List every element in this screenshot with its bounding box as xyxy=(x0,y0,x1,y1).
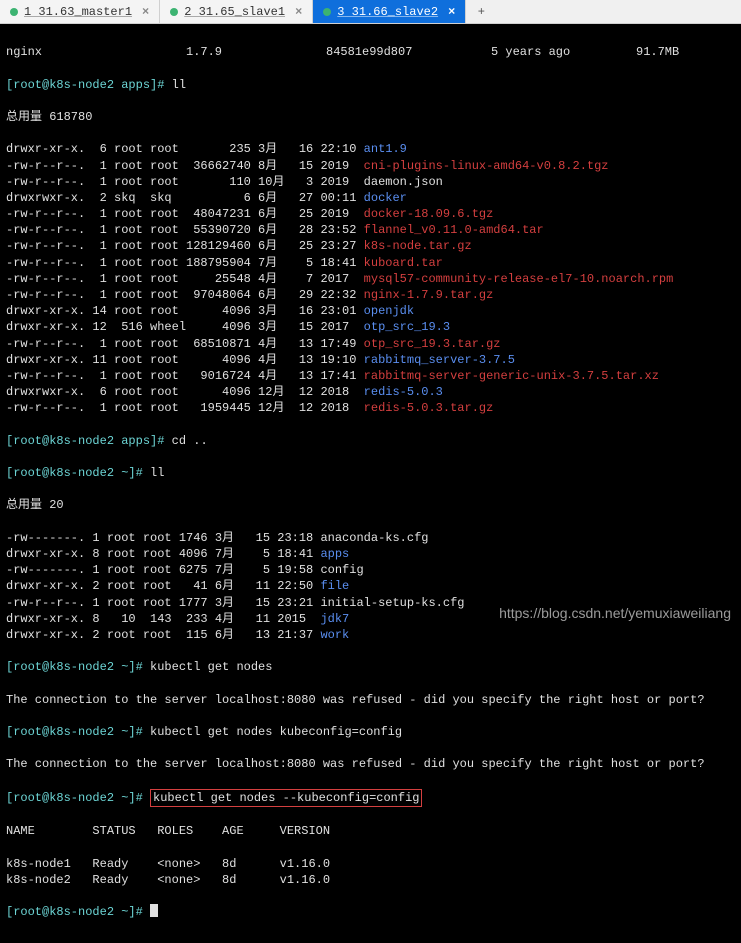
file-row: -rw-------. 1 root root 6275 7月 5 19:58 … xyxy=(6,562,735,578)
prompt-line: [root@k8s-node2 ~]# kubectl get nodes xyxy=(6,659,735,675)
file-row: drwxr-xr-x. 14 root root 4096 3月 16 23:0… xyxy=(6,303,735,319)
prompt-line: [root@k8s-node2 apps]# ll xyxy=(6,77,735,93)
node-row: k8s-node2 Ready <none> 8d v1.16.0 xyxy=(6,872,735,888)
prompt-line: [root@k8s-node2 ~]# kubectl get nodes ku… xyxy=(6,724,735,740)
terminal[interactable]: nginx1.7.984581e99d8075 years ago91.7MB … xyxy=(0,24,741,943)
total-line: 总用量 618780 xyxy=(6,109,735,125)
close-icon[interactable]: × xyxy=(295,5,302,19)
watermark: https://blog.csdn.net/yemuxiaweiliang xyxy=(499,605,731,621)
tab-slave1[interactable]: 2 31.65_slave1 × xyxy=(160,0,313,23)
close-icon[interactable]: × xyxy=(448,5,455,19)
new-tab-button[interactable]: + xyxy=(466,0,496,23)
image-age: 5 years ago xyxy=(491,44,636,60)
tab-master1[interactable]: 1 31.63_master1 × xyxy=(0,0,160,23)
file-row: drwxr-xr-x. 8 root root 4096 7月 5 18:41 … xyxy=(6,546,735,562)
file-row: drwxr-xr-x. 11 root root 4096 4月 13 19:1… xyxy=(6,352,735,368)
file-row: -rw-r--r--. 1 root root 1959445 12月 12 2… xyxy=(6,400,735,416)
file-row: drwxrwxr-x. 6 root root 4096 12月 12 2018… xyxy=(6,384,735,400)
node-row: k8s-node1 Ready <none> 8d v1.16.0 xyxy=(6,856,735,872)
file-row: -rw-r--r--. 1 root root 9016724 4月 13 17… xyxy=(6,368,735,384)
file-listing-home: -rw-------. 1 root root 1746 3月 15 23:18… xyxy=(6,530,735,643)
status-dot-icon xyxy=(323,8,331,16)
file-row: drwxrwxr-x. 2 skq skq 6 6月 27 00:11 dock… xyxy=(6,190,735,206)
file-row: -rw-r--r--. 1 root root 36662740 8月 15 2… xyxy=(6,158,735,174)
prompt-line: [root@k8s-node2 apps]# cd .. xyxy=(6,433,735,449)
file-row: drwxr-xr-x. 2 root root 41 6月 11 22:50 f… xyxy=(6,578,735,594)
nodes-header: NAME STATUS ROLES AGE VERSION xyxy=(6,823,735,839)
file-row: -rw-r--r--. 1 root root 25548 4月 7 2017 … xyxy=(6,271,735,287)
error-line: The connection to the server localhost:8… xyxy=(6,756,735,772)
file-row: -rw-r--r--. 1 root root 97048064 6月 29 2… xyxy=(6,287,735,303)
nodes-rows: k8s-node1 Ready <none> 8d v1.16.0k8s-nod… xyxy=(6,856,735,888)
file-row: -rw-r--r--. 1 root root 188795904 7月 5 1… xyxy=(6,255,735,271)
cursor-icon xyxy=(150,904,158,917)
tab-bar: 1 31.63_master1 × 2 31.65_slave1 × 3 31.66… xyxy=(0,0,741,24)
file-row: -rw-------. 1 root root 1746 3月 15 23:18… xyxy=(6,530,735,546)
file-row: -rw-r--r--. 1 root root 128129460 6月 25 … xyxy=(6,238,735,254)
file-row: drwxr-xr-x. 12 516 wheel 4096 3月 15 2017… xyxy=(6,319,735,335)
image-header-row: nginx1.7.984581e99d8075 years ago91.7MB xyxy=(6,44,735,60)
image-name: nginx xyxy=(6,44,186,60)
image-hash: 84581e99d807 xyxy=(326,44,491,60)
tab-label: 1 31.63_master1 xyxy=(24,5,132,19)
close-icon[interactable]: × xyxy=(142,5,149,19)
prompt-line: [root@k8s-node2 ~]# kubectl get nodes --… xyxy=(6,789,735,807)
file-row: -rw-r--r--. 1 root root 48047231 6月 25 2… xyxy=(6,206,735,222)
tab-label: 2 31.65_slave1 xyxy=(184,5,285,19)
status-dot-icon xyxy=(10,8,18,16)
error-line: The connection to the server localhost:8… xyxy=(6,692,735,708)
file-row: -rw-r--r--. 1 root root 110 10月 3 2019 d… xyxy=(6,174,735,190)
highlighted-command: kubectl get nodes --kubeconfig=config xyxy=(150,789,422,807)
image-size: 91.7MB xyxy=(636,44,679,60)
file-row: drwxr-xr-x. 6 root root 235 3月 16 22:10 … xyxy=(6,141,735,157)
total-line: 总用量 20 xyxy=(6,497,735,513)
file-listing-apps: drwxr-xr-x. 6 root root 235 3月 16 22:10 … xyxy=(6,141,735,416)
tab-label: 3 31.66_slave2 xyxy=(337,5,438,19)
status-dot-icon xyxy=(170,8,178,16)
file-row: -rw-r--r--. 1 root root 68510871 4月 13 1… xyxy=(6,336,735,352)
file-row: -rw-r--r--. 1 root root 55390720 6月 28 2… xyxy=(6,222,735,238)
tab-slave2[interactable]: 3 31.66_slave2 × xyxy=(313,0,466,23)
file-row: drwxr-xr-x. 2 root root 115 6月 13 21:37 … xyxy=(6,627,735,643)
image-version: 1.7.9 xyxy=(186,44,326,60)
prompt-line: [root@k8s-node2 ~]# ll xyxy=(6,465,735,481)
prompt-line: [root@k8s-node2 ~]# xyxy=(6,904,735,920)
